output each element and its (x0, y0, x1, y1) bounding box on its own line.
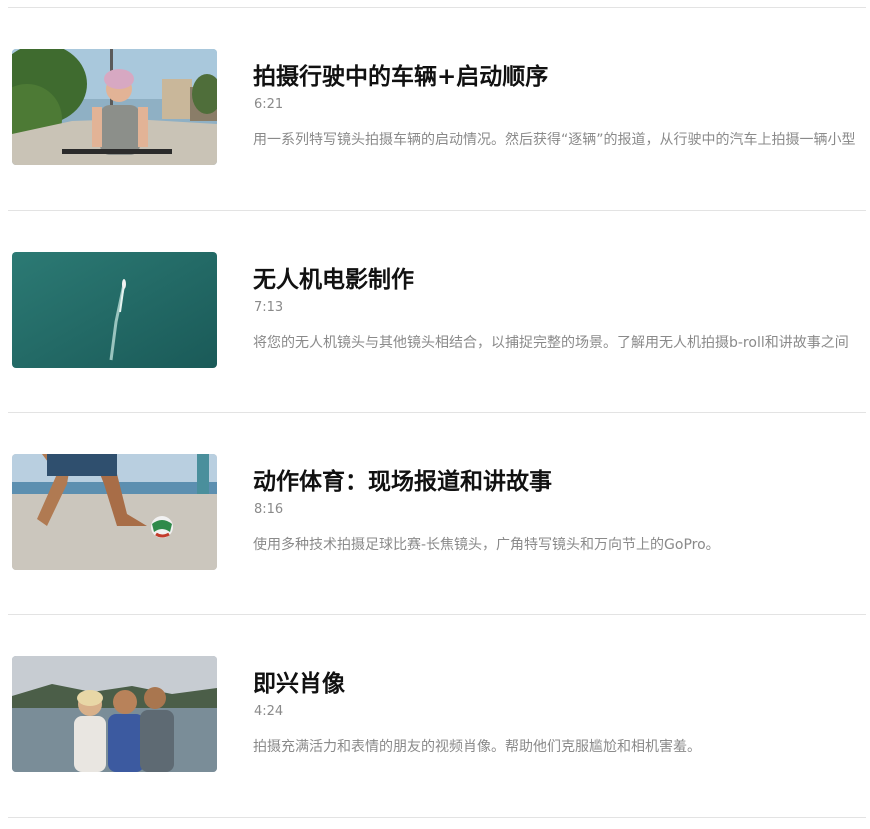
video-thumbnail-sea-boat[interactable] (12, 252, 217, 368)
video-description: 使用多种技术拍摄足球比赛-长焦镜头，广角特写镜头和万向节上的GoPro。 (253, 537, 720, 553)
video-list: 拍摄行驶中的车辆+启动顺序 6:21 用一系列特写镜头拍摄车辆的启动情况。然后获… (0, 0, 870, 829)
video-duration: 6:21 (254, 97, 284, 112)
video-title[interactable]: 动作体育：现场报道和讲故事 (253, 467, 552, 497)
video-item-moving-vehicles[interactable]: 拍摄行驶中的车辆+启动顺序 6:21 用一系列特写镜头拍摄车辆的启动情况。然后获… (0, 8, 870, 210)
video-item-action-sports[interactable]: 动作体育：现场报道和讲故事 8:16 使用多种技术拍摄足球比赛-长焦镜头，广角特… (0, 413, 870, 615)
thumbnail-image (12, 252, 217, 368)
thumbnail-image (12, 49, 217, 165)
video-duration: 8:16 (254, 502, 284, 517)
divider (8, 817, 866, 818)
video-description: 拍摄充满活力和表情的朋友的视频肖像。帮助他们克服尴尬和相机害羞。 (253, 739, 701, 755)
thumbnail-image (12, 656, 217, 772)
video-thumbnail-friends-portrait[interactable] (12, 656, 217, 772)
video-item-drone-filmmaking[interactable]: 无人机电影制作 7:13 将您的无人机镜头与其他镜头相结合，以捕捉完整的场景。了… (0, 211, 870, 413)
video-title[interactable]: 无人机电影制作 (253, 265, 414, 295)
video-duration: 4:24 (254, 704, 284, 719)
video-item-impromptu-portraits[interactable]: 即兴肖像 4:24 拍摄充满活力和表情的朋友的视频肖像。帮助他们克服尴尬和相机害… (0, 615, 870, 817)
thumbnail-image (12, 454, 217, 570)
video-description: 用一系列特写镜头拍摄车辆的启动情况。然后获得“逐辆”的报道，从行驶中的汽车上拍摄… (253, 132, 856, 148)
video-thumbnail-beach-soccer[interactable] (12, 454, 217, 570)
video-title[interactable]: 即兴肖像 (253, 669, 345, 699)
video-title[interactable]: 拍摄行驶中的车辆+启动顺序 (253, 62, 548, 92)
video-duration: 7:13 (254, 300, 284, 315)
video-description: 将您的无人机镜头与其他镜头相结合，以捕捉完整的场景。了解用无人机拍摄b-roll… (253, 335, 849, 351)
video-thumbnail-cyclist[interactable] (12, 49, 217, 165)
